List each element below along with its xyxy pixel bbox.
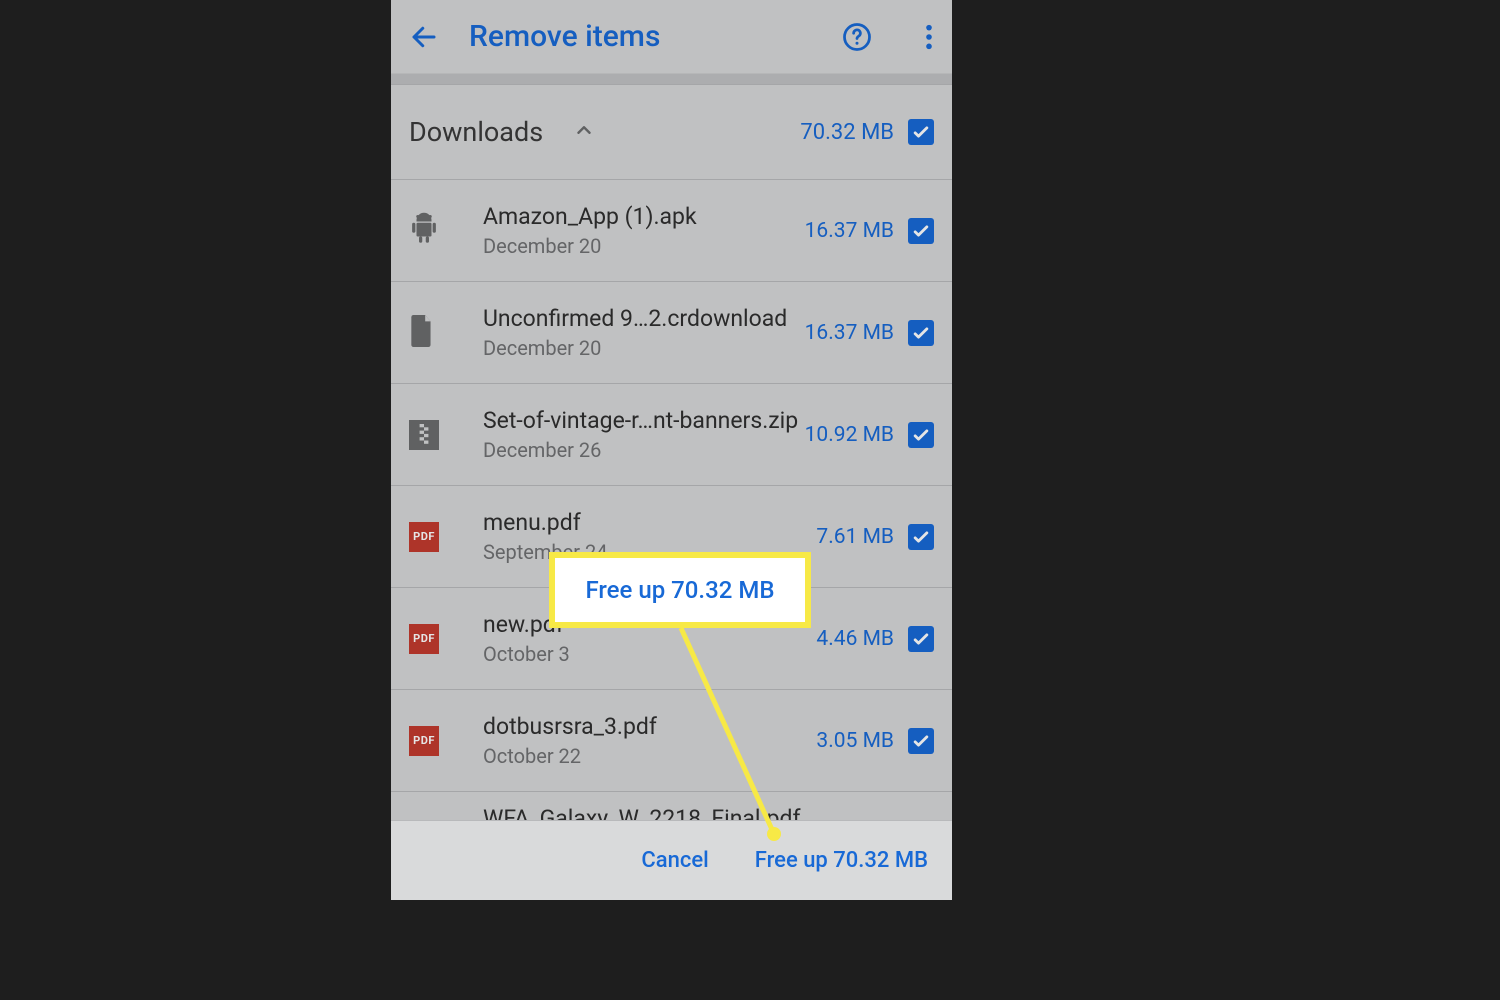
file-name: Amazon_App (1).apk <box>483 203 805 230</box>
section-title: Downloads <box>409 116 543 148</box>
file-date: December 20 <box>483 336 805 360</box>
annotation-callout: Free up 70.32 MB <box>549 552 811 628</box>
file-date: October 22 <box>483 744 816 768</box>
section-divider <box>391 74 952 84</box>
section-size: 70.32 MB <box>800 120 894 145</box>
file-size: 7.61 MB <box>816 525 894 549</box>
checkmark-icon <box>911 731 931 751</box>
file-list: Amazon_App (1).apkDecember 2016.37 MBUnc… <box>391 180 952 792</box>
checkmark-icon <box>911 527 931 547</box>
file-date: December 20 <box>483 234 805 258</box>
free-up-button[interactable]: Free up 70.32 MB <box>755 848 928 873</box>
file-name: Unconfirmed 9…2.crdownload <box>483 305 805 332</box>
cancel-button[interactable]: Cancel <box>641 848 708 873</box>
list-item[interactable]: Set-of-vintage-r…nt-banners.zip December … <box>391 384 952 486</box>
checkmark-icon <box>911 323 931 343</box>
section-header-downloads[interactable]: Downloads 70.32 MB <box>391 84 952 180</box>
checkmark-icon <box>911 221 931 241</box>
file-icon <box>409 315 435 351</box>
file-size: 4.46 MB <box>816 627 894 651</box>
apk-icon <box>409 212 439 250</box>
checkmark-icon <box>911 122 931 142</box>
pdf-icon: PDF <box>409 522 439 552</box>
page-title: Remove items <box>469 19 812 54</box>
back-arrow-icon <box>409 22 439 52</box>
file-checkbox[interactable] <box>908 626 934 652</box>
file-checkbox[interactable] <box>908 422 934 448</box>
file-checkbox[interactable] <box>908 524 934 550</box>
file-size: 10.92 MB <box>805 423 894 447</box>
file-date: December 26 <box>483 438 805 462</box>
checkmark-icon <box>911 425 931 445</box>
section-checkbox[interactable] <box>908 119 934 145</box>
zip-icon <box>409 420 439 450</box>
phone-frame: Remove items Downloads 70.32 MB <box>391 0 952 900</box>
help-button[interactable] <box>842 22 872 52</box>
list-item[interactable]: Unconfirmed 9…2.crdownload December 2016.… <box>391 282 952 384</box>
back-button[interactable] <box>409 22 439 52</box>
list-item[interactable]: PDF dotbusrsra_3.pdf October 223.05 MB <box>391 690 952 792</box>
more-options-button[interactable] <box>924 23 934 51</box>
file-name: dotbusrsra_3.pdf <box>483 713 816 740</box>
help-icon <box>842 22 872 52</box>
collapse-toggle[interactable] <box>573 119 595 145</box>
file-name: Set-of-vintage-r…nt-banners.zip <box>483 407 805 434</box>
chevron-up-icon <box>573 119 595 141</box>
pdf-icon: PDF <box>409 726 439 756</box>
more-vert-icon <box>925 23 933 51</box>
file-date: October 3 <box>483 642 816 666</box>
file-size: 16.37 MB <box>805 219 894 243</box>
file-size: 3.05 MB <box>816 729 894 753</box>
file-checkbox[interactable] <box>908 320 934 346</box>
pdf-icon: PDF <box>409 624 439 654</box>
annotation-text: Free up 70.32 MB <box>586 576 775 604</box>
checkmark-icon <box>911 629 931 649</box>
app-bar: Remove items <box>391 0 952 74</box>
file-checkbox[interactable] <box>908 728 934 754</box>
list-item[interactable]: Amazon_App (1).apk December 2016.37 MB <box>391 180 952 282</box>
file-size: 16.37 MB <box>805 321 894 345</box>
bottom-action-bar: Cancel Free up 70.32 MB <box>391 820 952 900</box>
file-checkbox[interactable] <box>908 218 934 244</box>
file-name: menu.pdf <box>483 509 816 536</box>
